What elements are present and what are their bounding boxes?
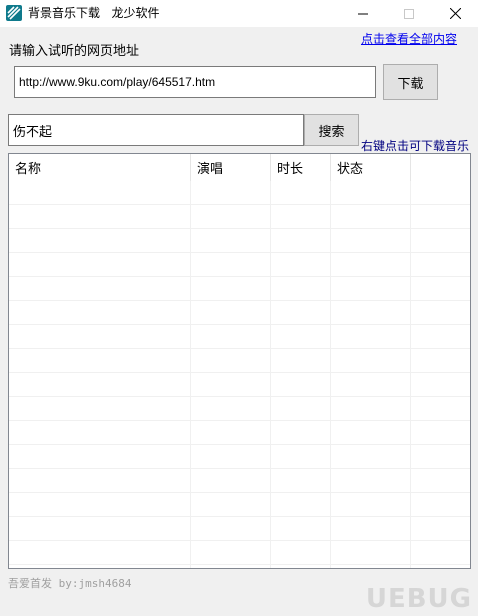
close-icon bbox=[449, 8, 461, 19]
url-input[interactable]: http://www.9ku.com/play/645517.htm bbox=[14, 66, 376, 98]
app-window: 背景音乐下载 龙少软件 点击查看全部内容 请输入试听的网页地址 http://w… bbox=[0, 0, 478, 616]
search-input[interactable]: 伤不起 bbox=[8, 114, 304, 146]
grid-line bbox=[410, 181, 411, 568]
table-row bbox=[9, 397, 470, 421]
author-credit: 吾爱首发 by:jmsh4684 bbox=[8, 577, 132, 590]
column-header-artist[interactable]: 演唱 bbox=[191, 154, 271, 181]
table-row bbox=[9, 325, 470, 349]
table-row bbox=[9, 421, 470, 445]
title-bar[interactable]: 背景音乐下载 龙少软件 bbox=[0, 0, 478, 27]
grid-line bbox=[270, 181, 271, 568]
grid-line bbox=[330, 181, 331, 568]
maximize-icon bbox=[404, 8, 414, 19]
table-header: 名称 演唱 时长 状态 bbox=[9, 154, 470, 181]
url-label: 请输入试听的网页地址 bbox=[9, 44, 140, 59]
minimize-icon bbox=[358, 13, 368, 14]
table-row bbox=[9, 349, 470, 373]
column-header-status[interactable]: 状态 bbox=[331, 154, 411, 181]
table-row bbox=[9, 253, 470, 277]
table-row bbox=[9, 445, 470, 469]
table-row bbox=[9, 181, 470, 205]
view-all-link[interactable]: 点击查看全部内容 bbox=[361, 31, 457, 47]
maximize-button[interactable] bbox=[386, 0, 432, 27]
grid-line bbox=[190, 181, 191, 568]
table-row bbox=[9, 517, 470, 541]
table-row bbox=[9, 493, 470, 517]
table-row bbox=[9, 229, 470, 253]
download-hint: 右键点击可下载音乐 bbox=[361, 139, 470, 153]
download-button[interactable]: 下载 bbox=[383, 64, 438, 100]
table-row bbox=[9, 277, 470, 301]
table-row bbox=[9, 373, 470, 397]
table-row bbox=[9, 469, 470, 493]
table-body[interactable] bbox=[9, 181, 470, 568]
minimize-button[interactable] bbox=[340, 0, 386, 27]
search-button[interactable]: 搜索 bbox=[304, 114, 359, 146]
results-table[interactable]: 名称 演唱 时长 状态 bbox=[8, 153, 471, 569]
close-button[interactable] bbox=[432, 0, 478, 27]
column-header-filler bbox=[411, 154, 470, 181]
app-icon bbox=[6, 5, 22, 21]
column-header-name[interactable]: 名称 bbox=[9, 154, 191, 181]
table-row bbox=[9, 301, 470, 325]
site-watermark-logo: UEBUG bbox=[365, 584, 472, 614]
window-title: 背景音乐下载 龙少软件 bbox=[28, 6, 160, 20]
table-row bbox=[9, 541, 470, 565]
table-row bbox=[9, 205, 470, 229]
column-header-duration[interactable]: 时长 bbox=[271, 154, 331, 181]
